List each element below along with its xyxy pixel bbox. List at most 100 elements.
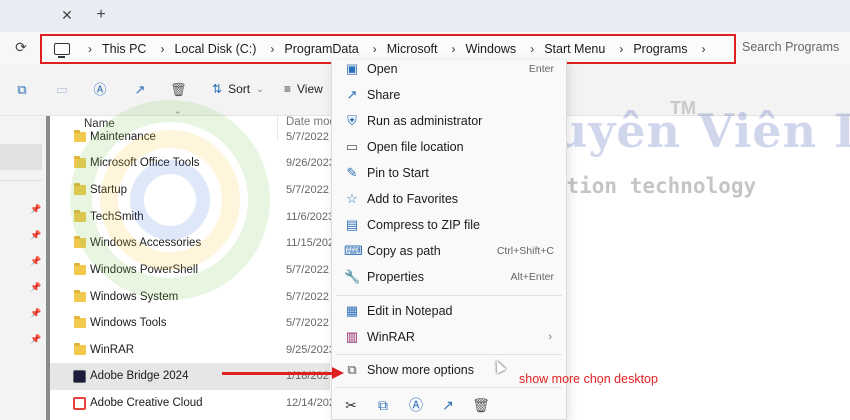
menu-item-label: Open	[367, 62, 398, 76]
item-name: Windows Tools	[90, 317, 167, 330]
share-icon[interactable]: ↗	[132, 82, 148, 98]
menu-item-shortcut: Alt+Enter	[510, 271, 554, 283]
share-icon[interactable]: ↗	[439, 396, 457, 414]
chevron-right-icon[interactable]: ›	[150, 42, 174, 56]
item-name: Adobe Creative Cloud	[90, 397, 203, 410]
nav-divider	[0, 180, 42, 181]
menu-item-shortcut: Enter	[528, 63, 554, 75]
breadcrumb-programdata[interactable]: ProgramData	[284, 42, 362, 56]
pin-icon: 📌	[30, 256, 42, 266]
paste-icon[interactable]: ▭	[54, 82, 70, 98]
breadcrumb-windows[interactable]: Windows	[465, 42, 520, 56]
breadcrumb: › This PC › Local Disk (C:) › ProgramDat…	[78, 42, 716, 56]
menu-item-label: Compress to ZIP file	[367, 218, 481, 232]
item-date: 5/7/2022 1	[286, 131, 332, 144]
watermark-trademark: TM	[670, 98, 696, 118]
copy-icon[interactable]: ⧉	[374, 396, 392, 414]
refresh-icon[interactable]: ⟳	[12, 38, 30, 56]
menu-item-label: Copy as path	[367, 244, 441, 258]
annotation-arrow-head	[332, 367, 344, 379]
menu-item-add-to-favorites[interactable]: ☆ Add to Favorites	[332, 186, 566, 212]
menu-item-edit-in-notepad[interactable]: ▦ Edit in Notepad	[332, 298, 566, 324]
copy-path-icon: ⌨	[344, 243, 363, 258]
nav-item-selected[interactable]	[0, 144, 42, 170]
breadcrumb-programs[interactable]: Programs	[633, 42, 691, 56]
delete-icon[interactable]: 🗑	[170, 82, 187, 98]
chevron-right-icon[interactable]: ›	[520, 42, 544, 56]
rename-icon[interactable]: Ⓐ	[92, 82, 108, 98]
annotation-arrow	[222, 372, 334, 375]
copy-icon[interactable]: ⧉	[14, 82, 30, 98]
pin-icon: 📌	[30, 308, 42, 318]
view-label: View	[297, 82, 323, 96]
pin-icon: 📌	[30, 204, 42, 214]
search-input[interactable]: Search Programs	[742, 40, 839, 54]
folder-icon: ▭	[345, 139, 359, 154]
list-item[interactable]: WinRAR 9/25/2023	[50, 337, 332, 364]
menu-item-label: Share	[367, 88, 401, 102]
chevron-down-icon: ⌄	[256, 83, 264, 94]
chevron-right-icon[interactable]: ›	[363, 42, 387, 56]
breadcrumb-microsoft[interactable]: Microsoft	[387, 42, 442, 56]
annotation-text: show more chọn desktop	[519, 372, 658, 386]
tab-strip: ✕ +	[0, 0, 850, 32]
item-date: 5/7/2022 1	[286, 291, 332, 304]
menu-item-open-file-location[interactable]: ▭ Open file location	[332, 134, 566, 160]
chevron-right-icon[interactable]: ›	[609, 42, 633, 56]
menu-item-open[interactable]: ▣ Open Enter	[332, 56, 566, 82]
list-item[interactable]: Windows Tools 5/7/2022 2	[50, 310, 332, 337]
notepad-icon: ▦	[345, 303, 359, 318]
menu-item-winrar[interactable]: ▥ WinRAR ›	[332, 324, 566, 350]
menu-item-label: Add to Favorites	[367, 192, 459, 206]
winrar-icon: ▥	[345, 329, 359, 344]
breadcrumb-this-pc[interactable]: This PC	[102, 42, 150, 56]
chevron-right-icon[interactable]: ›	[260, 42, 284, 56]
folder-icon	[74, 290, 86, 303]
view-button[interactable]: ≡ View	[284, 82, 323, 96]
new-tab-icon[interactable]: +	[92, 6, 110, 24]
sort-button[interactable]: ⇅ Sort ⌄	[212, 82, 264, 96]
context-menu: ▣ Open Enter ↗ Share ⛨ Run as administra…	[331, 60, 567, 420]
menu-item-label: Open file location	[367, 140, 464, 154]
menu-item-label: Properties	[367, 270, 424, 284]
star-icon: ☆	[346, 191, 358, 206]
menu-item-label: Pin to Start	[367, 166, 429, 180]
delete-icon[interactable]: 🗑	[472, 396, 490, 414]
item-name: WinRAR	[90, 344, 135, 357]
list-item-selected[interactable]: Adobe Bridge 2024 1/18/202	[50, 363, 330, 390]
menu-item-compress-zip[interactable]: ▤ Compress to ZIP file	[332, 212, 566, 238]
menu-divider	[336, 387, 562, 388]
computer-icon	[54, 43, 70, 58]
rename-icon[interactable]: Ⓐ	[407, 396, 425, 414]
chevron-right-icon[interactable]: ›	[441, 42, 465, 56]
menu-item-run-as-admin[interactable]: ⛨ Run as administrator	[332, 108, 566, 134]
view-icon: ≡	[284, 82, 292, 96]
chevron-right-icon[interactable]: ›	[692, 42, 716, 56]
item-date: 9/25/2023	[286, 344, 332, 357]
menu-item-copy-as-path[interactable]: ⌨ Copy as path Ctrl+Shift+C	[332, 238, 566, 264]
item-date: 11/15/202	[286, 237, 332, 250]
pin-icon: 📌	[30, 334, 42, 344]
item-date: 12/14/202	[286, 397, 332, 410]
menu-item-share[interactable]: ↗ Share	[332, 82, 566, 108]
creative-cloud-icon	[73, 396, 86, 410]
watermark-logo-ring	[130, 160, 210, 240]
open-icon: ▣	[345, 61, 359, 76]
menu-item-label: Show more options	[367, 363, 475, 377]
wrench-icon: 🔧	[344, 269, 361, 284]
chevron-right-icon: ›	[548, 331, 552, 343]
sort-label: Sort	[228, 82, 251, 96]
menu-item-pin-to-start[interactable]: ✎ Pin to Start	[332, 160, 566, 186]
item-name: Adobe Bridge 2024	[90, 370, 189, 383]
breadcrumb-local-disk[interactable]: Local Disk (C:)	[174, 42, 260, 56]
list-item[interactable]: Adobe Creative Cloud 12/14/202	[50, 390, 332, 417]
menu-item-properties[interactable]: 🔧 Properties Alt+Enter	[332, 264, 566, 290]
item-date: 5/7/2022 2	[286, 264, 332, 277]
chevron-right-icon[interactable]: ›	[78, 42, 102, 56]
breadcrumb-start-menu[interactable]: Start Menu	[544, 42, 609, 56]
close-tab-icon[interactable]: ✕	[58, 6, 76, 24]
menu-divider	[336, 295, 562, 296]
share-icon: ↗	[346, 87, 358, 102]
item-date: 9/26/2023	[286, 157, 332, 170]
cut-icon[interactable]: ✂	[342, 396, 360, 414]
